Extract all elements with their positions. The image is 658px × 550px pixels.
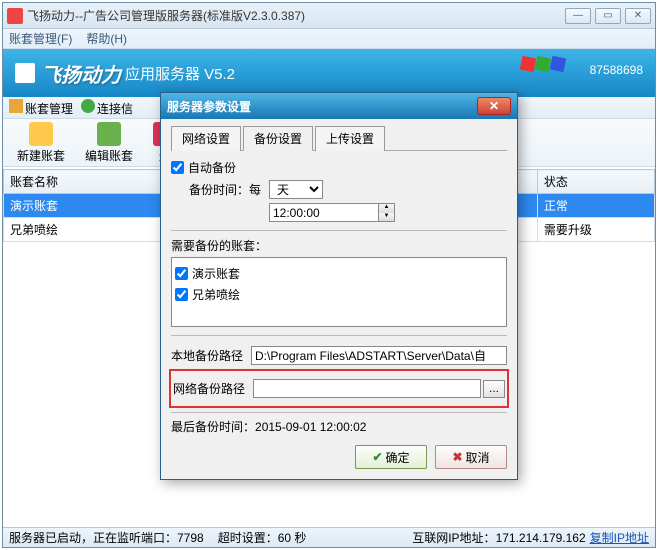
- check-icon: ✔: [372, 450, 382, 464]
- tab-accounts[interactable]: 账套管理: [9, 99, 73, 117]
- statusbar: 服务器已启动，正在监听端口：7798 超时设置：60 秒 互联网IP地址： 17…: [3, 527, 655, 547]
- period-select[interactable]: 天: [269, 180, 323, 199]
- check-icon: [81, 99, 95, 113]
- status-listen: 服务器已启动，正在监听端口：7798: [9, 529, 204, 546]
- window-title: 飞扬动力--广告公司管理版服务器(标准版V2.3.0.387): [27, 7, 565, 24]
- minimize-button[interactable]: —: [565, 8, 591, 24]
- last-backup-label: 最后备份时间：: [171, 418, 255, 435]
- net-path-label: 网络备份路径: [173, 380, 253, 397]
- tab-connections[interactable]: 连接信: [81, 99, 133, 117]
- menu-accounts[interactable]: 账套管理(F): [9, 30, 72, 47]
- app-icon: [7, 8, 23, 24]
- col-status[interactable]: 状态: [537, 170, 654, 194]
- list-item: 演示账套: [175, 265, 503, 282]
- autobackup-label: 自动备份: [188, 159, 236, 176]
- dialog-tabs: 网络设置 备份设置 上传设置: [171, 125, 507, 151]
- list-item: 兄弟喷绘: [175, 286, 503, 303]
- accounts-to-backup-label: 需要备份的账套：: [171, 239, 267, 253]
- backup-time-label: 备份时间：每: [189, 181, 269, 198]
- new-account-button[interactable]: 新建账套: [11, 120, 71, 166]
- maximize-button[interactable]: ▭: [595, 8, 621, 24]
- status-ip-label: 互联网IP地址：: [412, 529, 495, 546]
- tab-upload[interactable]: 上传设置: [315, 126, 385, 151]
- browse-button[interactable]: ...: [483, 380, 505, 398]
- close-icon: ✖: [452, 450, 462, 464]
- folder-icon: [9, 99, 23, 113]
- brand-text: 飞扬动力: [41, 59, 121, 88]
- highlight-box: 网络备份路径 ...: [169, 369, 509, 408]
- brand-icon: [15, 63, 35, 83]
- copy-ip-link[interactable]: 复制IP地址: [590, 529, 649, 546]
- cancel-button[interactable]: ✖取消: [435, 445, 507, 469]
- edit-account-button[interactable]: 编辑账套: [79, 120, 139, 166]
- cubes-icon: [521, 57, 565, 71]
- tab-network[interactable]: 网络设置: [171, 126, 241, 151]
- dialog-close-button[interactable]: ✕: [477, 97, 511, 115]
- titlebar: 飞扬动力--广告公司管理版服务器(标准版V2.3.0.387) — ▭ ✕: [3, 3, 655, 29]
- edit-icon: [97, 122, 121, 146]
- status-ip: 171.214.179.162: [496, 531, 586, 545]
- dialog-titlebar: 服务器参数设置 ✕: [161, 93, 517, 119]
- new-icon: [29, 122, 53, 146]
- time-spinner[interactable]: ▲▼: [379, 203, 395, 222]
- dialog-title: 服务器参数设置: [167, 98, 477, 115]
- backup-time-input[interactable]: [269, 203, 379, 222]
- last-backup-value: 2015-09-01 12:00:02: [255, 420, 366, 434]
- ok-button[interactable]: ✔确定: [355, 445, 427, 469]
- brand-suffix: 应用服务器 V5.2: [125, 63, 235, 84]
- local-path-label: 本地备份路径: [171, 347, 251, 364]
- net-path-input[interactable]: [253, 379, 481, 398]
- menu-help[interactable]: 帮助(H): [86, 30, 127, 47]
- local-path-input[interactable]: [251, 346, 507, 365]
- status-timeout: 超时设置：60 秒: [218, 529, 307, 546]
- tab-backup[interactable]: 备份设置: [243, 126, 313, 151]
- autobackup-checkbox[interactable]: [171, 161, 184, 174]
- banner: 飞扬动力 应用服务器 V5.2 87588698: [3, 49, 655, 97]
- phone-number: 87588698: [590, 63, 643, 77]
- accounts-listbox[interactable]: 演示账套 兄弟喷绘: [171, 257, 507, 327]
- close-button[interactable]: ✕: [625, 8, 651, 24]
- menubar: 账套管理(F) 帮助(H): [3, 29, 655, 49]
- account-checkbox[interactable]: [175, 267, 188, 280]
- server-settings-dialog: 服务器参数设置 ✕ 网络设置 备份设置 上传设置 自动备份 备份时间：每 天 ▲…: [160, 92, 518, 480]
- account-checkbox[interactable]: [175, 288, 188, 301]
